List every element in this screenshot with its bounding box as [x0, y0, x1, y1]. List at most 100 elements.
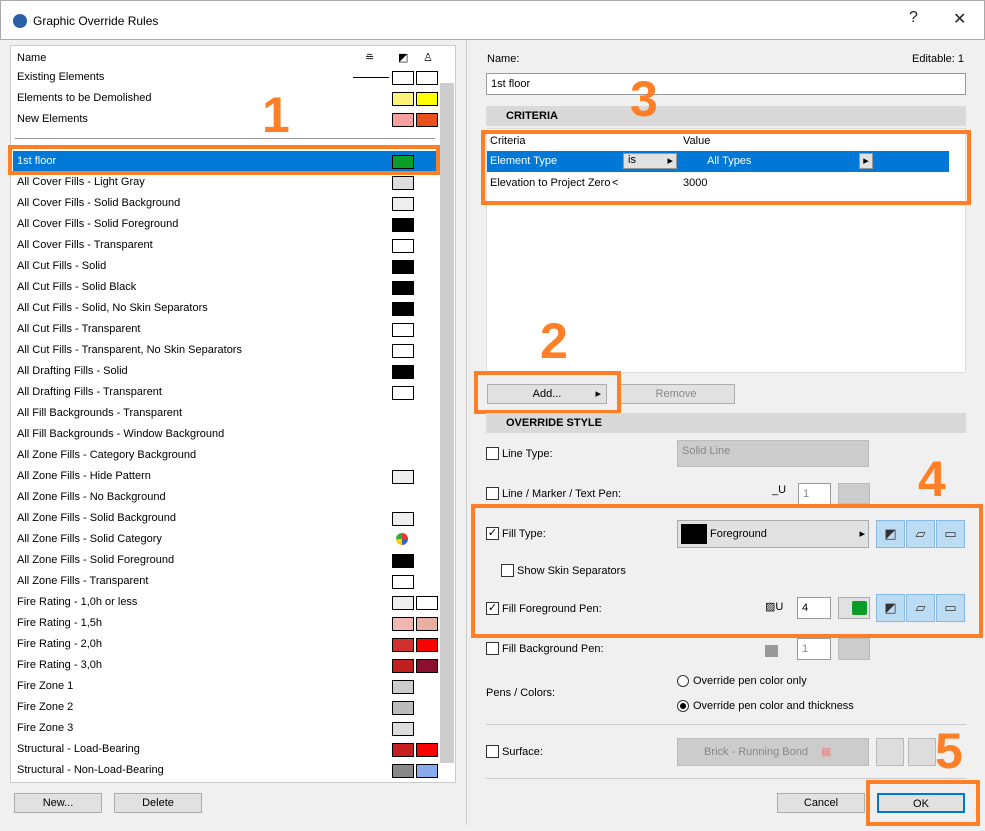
- remove-button[interactable]: Remove: [617, 384, 735, 404]
- list-item[interactable]: Elements to be Demolished: [13, 88, 438, 109]
- list-item-label: All Cut Fills - Solid Black: [17, 281, 137, 293]
- pen-icon: ♙: [423, 52, 433, 64]
- list-item[interactable]: Existing Elements: [13, 67, 438, 88]
- editable-label: Editable: 1: [912, 53, 964, 65]
- radio2-label: Override pen color and thickness: [693, 700, 854, 712]
- list-item[interactable]: All Cover Fills - Light Gray: [13, 172, 438, 193]
- list-item[interactable]: All Drafting Fills - Solid: [13, 361, 438, 382]
- divider: [486, 724, 966, 725]
- fill-bg-checkbox[interactable]: [486, 642, 499, 655]
- list-item-label: Fire Rating - 1,0h or less: [17, 596, 138, 608]
- scrollbar-thumb[interactable]: [440, 83, 454, 763]
- list-item[interactable]: Fire Zone 1: [13, 676, 438, 697]
- fill-swatch: [392, 386, 414, 400]
- list-item[interactable]: All Cover Fills - Solid Foreground: [13, 214, 438, 235]
- list-item-label: All Cut Fills - Solid: [17, 260, 107, 272]
- name-label: Name:: [487, 53, 520, 65]
- criteria-header[interactable]: CRITERIA: [486, 106, 966, 126]
- pen-color-swatch: [416, 638, 438, 652]
- highlight-4: [471, 504, 983, 638]
- list-item[interactable]: All Zone Fills - No Background: [13, 487, 438, 508]
- list-item[interactable]: All Zone Fills - Category Background: [13, 445, 438, 466]
- fill-swatch: [392, 722, 414, 736]
- list-item[interactable]: All Cut Fills - Transparent, No Skin Sep…: [13, 340, 438, 361]
- list-item[interactable]: All Zone Fills - Transparent: [13, 571, 438, 592]
- list-item[interactable]: All Zone Fills - Solid Category: [13, 529, 438, 550]
- radio-pen-color-thickness[interactable]: [677, 700, 689, 712]
- list-item-label: All Cover Fills - Transparent: [17, 239, 153, 251]
- list-item[interactable]: All Cut Fills - Transparent: [13, 319, 438, 340]
- list-item[interactable]: Fire Rating - 2,0h: [13, 634, 438, 655]
- surface-option-icon[interactable]: [908, 738, 936, 766]
- fill-bg-pen-input[interactable]: 1: [797, 638, 831, 660]
- line-type-dropdown[interactable]: Solid Line: [677, 440, 869, 467]
- radio-pen-color-only[interactable]: [677, 675, 689, 687]
- cancel-button[interactable]: Cancel: [777, 793, 865, 813]
- radio-dot: [680, 703, 686, 709]
- list-item[interactable]: Fire Rating - 3,0h: [13, 655, 438, 676]
- highlight-2: [474, 371, 621, 414]
- new-button[interactable]: New...: [14, 793, 102, 813]
- fill-swatch: [392, 344, 414, 358]
- list-item[interactable]: All Cut Fills - Solid, No Skin Separator…: [13, 298, 438, 319]
- line-pen-checkbox[interactable]: [486, 487, 499, 500]
- list-item-label: All Zone Fills - Solid Foreground: [17, 554, 175, 566]
- fill-swatch: [392, 470, 414, 484]
- list-item[interactable]: All Zone Fills - Solid Foreground: [13, 550, 438, 571]
- list-item-label: All Drafting Fills - Transparent: [17, 386, 162, 398]
- list-item-label: All Drafting Fills - Solid: [17, 365, 128, 377]
- surface-pick-icon[interactable]: [876, 738, 904, 766]
- line-swatch: [353, 77, 389, 78]
- line-type-icon: ≘: [365, 52, 375, 64]
- list-item[interactable]: All Zone Fills - Hide Pattern: [13, 466, 438, 487]
- list-item[interactable]: Fire Zone 2: [13, 697, 438, 718]
- name-input[interactable]: 1st floor: [486, 73, 966, 95]
- list-item-label: All Zone Fills - Solid Background: [17, 512, 176, 524]
- list-item-label: New Elements: [17, 113, 88, 125]
- list-item[interactable]: All Fill Backgrounds - Window Background: [13, 424, 438, 445]
- splitter[interactable]: [466, 40, 467, 825]
- list-item[interactable]: Structural - Non-Load-Bearing: [13, 760, 438, 781]
- list-item[interactable]: Structural - Load-Bearing: [13, 739, 438, 760]
- fill-swatch: [392, 575, 414, 589]
- fill-bg-label: Fill Background Pen:: [502, 643, 604, 655]
- line-pen-input[interactable]: 1: [798, 483, 831, 505]
- list-item-label: All Cover Fills - Solid Background: [17, 197, 181, 209]
- list-item-label: All Zone Fills - Solid Category: [17, 533, 162, 545]
- surface-dropdown[interactable]: Brick - Running Bond ▦: [677, 738, 869, 766]
- fill-swatch: [392, 596, 414, 610]
- pen-color-swatch: [416, 764, 438, 778]
- line-type-checkbox[interactable]: [486, 447, 499, 460]
- fill-swatch: [392, 617, 414, 631]
- list-item-label: Fire Rating - 3,0h: [17, 659, 102, 671]
- list-item[interactable]: All Zone Fills - Solid Background: [13, 508, 438, 529]
- list-item[interactable]: New Elements: [13, 109, 438, 130]
- pen-color-swatch: [416, 596, 438, 610]
- fill-swatch: [392, 218, 414, 232]
- fill-swatch: [392, 701, 414, 715]
- fill-icon: ◩: [398, 52, 409, 64]
- help-button[interactable]: ?: [909, 9, 918, 27]
- override-style-header[interactable]: OVERRIDE STYLE: [486, 413, 966, 433]
- separator: [15, 138, 435, 139]
- window-title: Graphic Override Rules: [33, 14, 159, 28]
- list-item[interactable]: All Cover Fills - Transparent: [13, 235, 438, 256]
- highlight-5: [866, 780, 980, 826]
- list-item-label: All Cut Fills - Transparent: [17, 323, 141, 335]
- pen-color-button[interactable]: [838, 483, 870, 504]
- list-item[interactable]: All Cover Fills - Solid Background: [13, 193, 438, 214]
- bg-pen-color-button[interactable]: [838, 638, 870, 660]
- annotation-5: 5: [935, 723, 963, 779]
- list-item[interactable]: Fire Rating - 1,0h or less: [13, 592, 438, 613]
- close-button[interactable]: ✕: [953, 9, 966, 29]
- list-item[interactable]: All Cut Fills - Solid Black: [13, 277, 438, 298]
- list-item[interactable]: All Drafting Fills - Transparent: [13, 382, 438, 403]
- list-item[interactable]: All Fill Backgrounds - Transparent: [13, 403, 438, 424]
- surface-checkbox[interactable]: [486, 745, 499, 758]
- list-item[interactable]: All Cut Fills - Solid: [13, 256, 438, 277]
- delete-button[interactable]: Delete: [114, 793, 202, 813]
- list-item[interactable]: Fire Zone 3: [13, 718, 438, 739]
- list-item-label: All Cover Fills - Light Gray: [17, 176, 145, 188]
- list-item[interactable]: Fire Rating - 1,5h: [13, 613, 438, 634]
- line-pen-label: Line / Marker / Text Pen:: [502, 488, 622, 500]
